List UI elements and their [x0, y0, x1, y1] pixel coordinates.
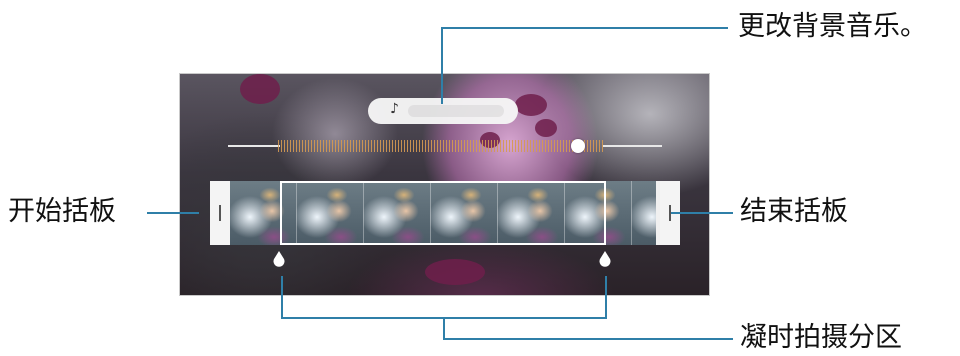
start-trim-handle[interactable]: [210, 181, 230, 245]
waveform-bars: [278, 140, 603, 152]
background-spot: [535, 119, 557, 137]
callout-line-hyperlapse-left: [281, 276, 283, 319]
callout-line-music-horizontal: [441, 27, 728, 29]
callout-start-handle: 开始括板: [8, 196, 116, 227]
hyperlapse-selection[interactable]: [280, 181, 606, 245]
callout-line-hyperlapse-horizontal: [443, 338, 733, 340]
callout-end-handle: 结束括板: [740, 196, 848, 227]
hyperlapse-start-marker[interactable]: [272, 251, 286, 267]
hyperlapse-end-marker[interactable]: [598, 251, 612, 267]
callout-background-music: 更改背景音乐。: [738, 11, 927, 42]
start-trim-grip: [219, 205, 221, 221]
callout-line-end: [671, 212, 733, 214]
video-timeline[interactable]: [210, 181, 680, 245]
callout-line-hyperlapse-right: [605, 276, 607, 319]
timeline-frame: [632, 181, 656, 245]
callout-line-start: [147, 212, 199, 214]
waveform-track-right: [603, 145, 662, 147]
background-spot: [425, 259, 485, 285]
music-title-placeholder: [408, 105, 504, 117]
music-note-icon: ♪: [390, 101, 399, 117]
waveform-knob[interactable]: [571, 139, 585, 153]
video-editor-screen: ♪: [179, 73, 710, 296]
background-spot: [240, 74, 280, 104]
background-music-button[interactable]: ♪: [368, 98, 518, 124]
waveform-track-left: [228, 145, 280, 147]
background-spot: [515, 94, 547, 116]
callout-hyperlapse-section: 凝时拍摄分区: [740, 322, 902, 353]
callout-line-music-vertical: [441, 28, 443, 104]
callout-line-hyperlapse-stem: [443, 317, 445, 340]
audio-waveform-slider[interactable]: [228, 138, 662, 154]
